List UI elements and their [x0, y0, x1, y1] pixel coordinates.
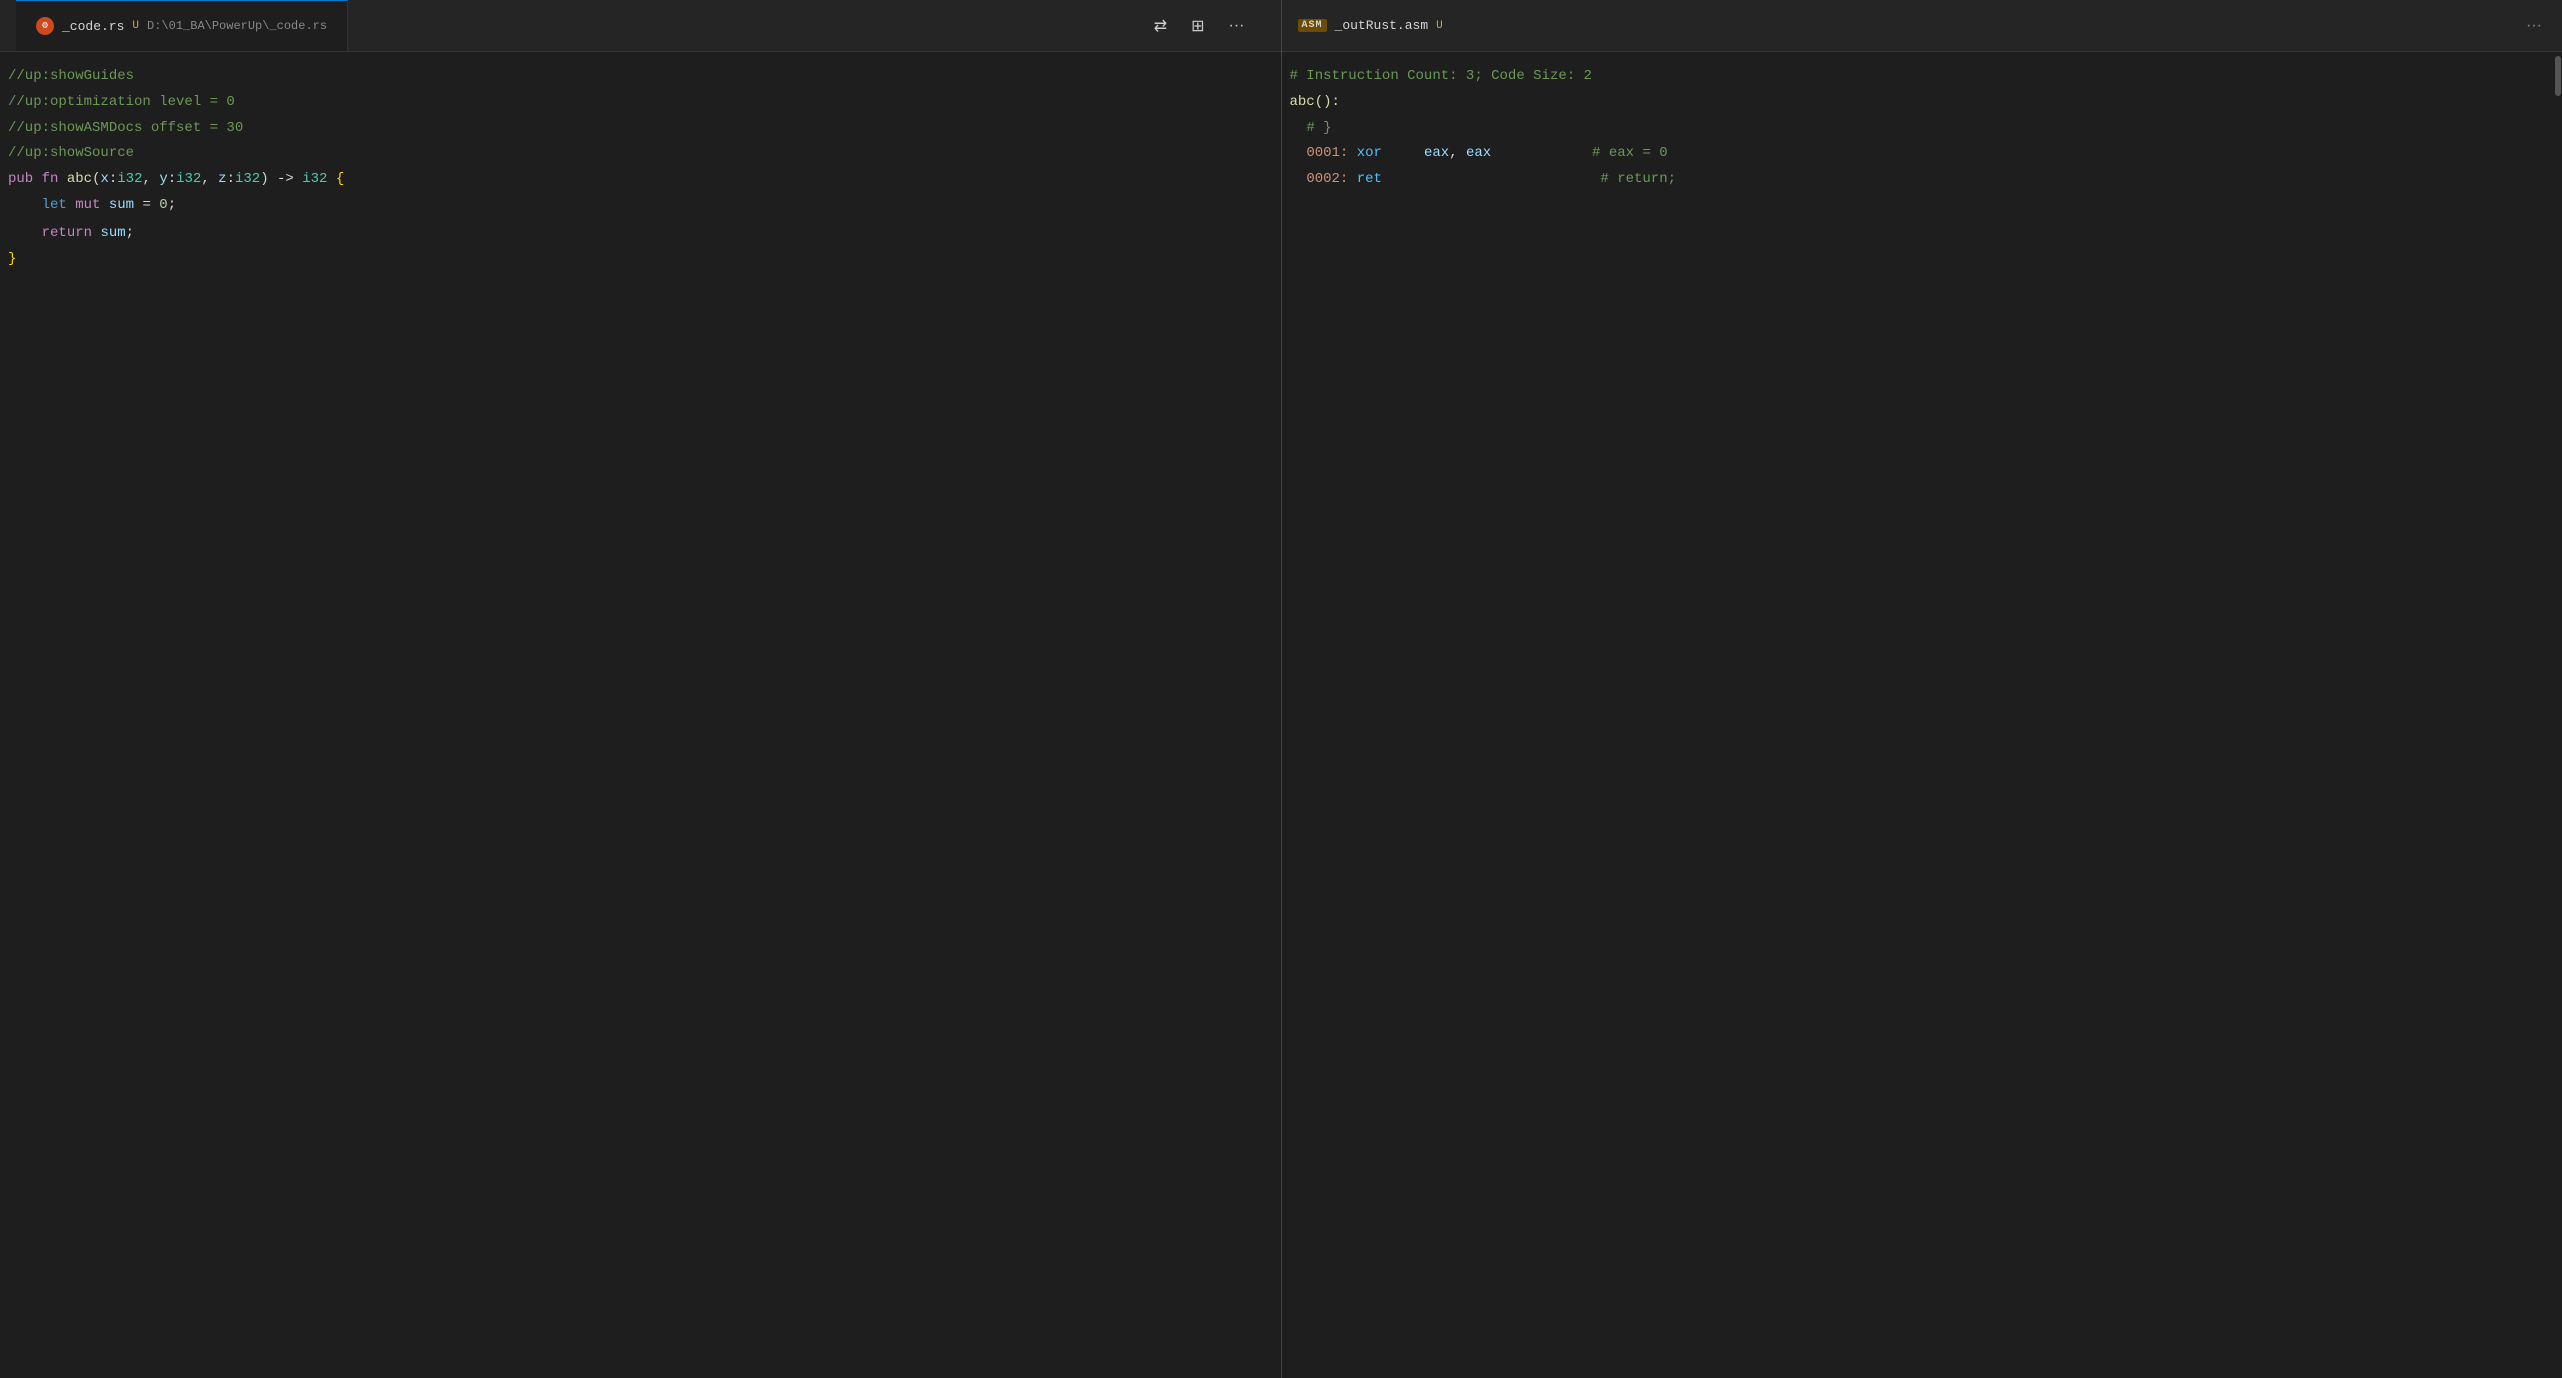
right-code-area: # Instruction Count: 3; Code Size: 2abc(… — [1282, 52, 2562, 1378]
right-tab-bar: ASM _outRust.asm U ··· — [1282, 0, 2562, 52]
table-row: //up:showGuides — [0, 64, 1281, 90]
editor-container: ⚙ _code.rs U D:\01_BA\PowerUp\_code.rs ⇄… — [0, 0, 2562, 1378]
left-tab-filename: _code.rs — [62, 19, 124, 34]
table-row: 0001: xor eax, eax # eax = 0 — [1282, 141, 2562, 167]
table-row: //up:showSource — [0, 141, 1281, 167]
left-tab-modified: U — [132, 20, 139, 32]
table-row: pub fn abc(x:i32, y:i32, z:i32) -> i32 { — [0, 167, 1281, 193]
table-row: return sum; — [0, 221, 1281, 247]
right-tab-filename: _outRust.asm — [1335, 18, 1429, 33]
table-row: # } — [1282, 116, 2562, 142]
table-row: 0002: ret # return; — [1282, 167, 2562, 193]
left-tab-bar: ⚙ _code.rs U D:\01_BA\PowerUp\_code.rs ⇄… — [0, 0, 1281, 52]
left-code-area: //up:showGuides//up:optimization level =… — [0, 52, 1281, 1378]
rust-icon: ⚙ — [36, 17, 54, 35]
split-button[interactable]: ⊞ — [1187, 12, 1208, 40]
right-tab-modified: U — [1436, 20, 1443, 32]
sync-button[interactable]: ⇄ — [1150, 12, 1171, 40]
table-row: abc(): — [1282, 90, 2562, 116]
table-row: # Instruction Count: 3; Code Size: 2 — [1282, 64, 2562, 90]
left-tab-path: D:\01_BA\PowerUp\_code.rs — [147, 19, 327, 33]
right-tab[interactable]: ASM _outRust.asm U — [1298, 18, 1443, 33]
more-button-right[interactable]: ··· — [2522, 13, 2546, 39]
split-pane: ⚙ _code.rs U D:\01_BA\PowerUp\_code.rs ⇄… — [0, 0, 2562, 1378]
table-row: //up:optimization level = 0 — [0, 90, 1281, 116]
right-pane: ASM _outRust.asm U ··· # Instruction Cou… — [1282, 0, 2562, 1378]
left-pane: ⚙ _code.rs U D:\01_BA\PowerUp\_code.rs ⇄… — [0, 0, 1282, 1378]
right-scrollbar[interactable] — [2554, 52, 2562, 1378]
more-button-left[interactable]: ··· — [1225, 13, 1249, 39]
table-row: let mut sum = 0; — [0, 193, 1281, 219]
table-row: //up:showASMDocs offset = 30 — [0, 116, 1281, 142]
asm-badge: ASM — [1298, 19, 1327, 32]
left-toolbar: ⇄ ⊞ ··· — [1150, 12, 1265, 40]
table-row: } — [0, 247, 1281, 273]
left-tab[interactable]: ⚙ _code.rs U D:\01_BA\PowerUp\_code.rs — [16, 0, 348, 51]
scrollbar-thumb — [2555, 56, 2561, 96]
